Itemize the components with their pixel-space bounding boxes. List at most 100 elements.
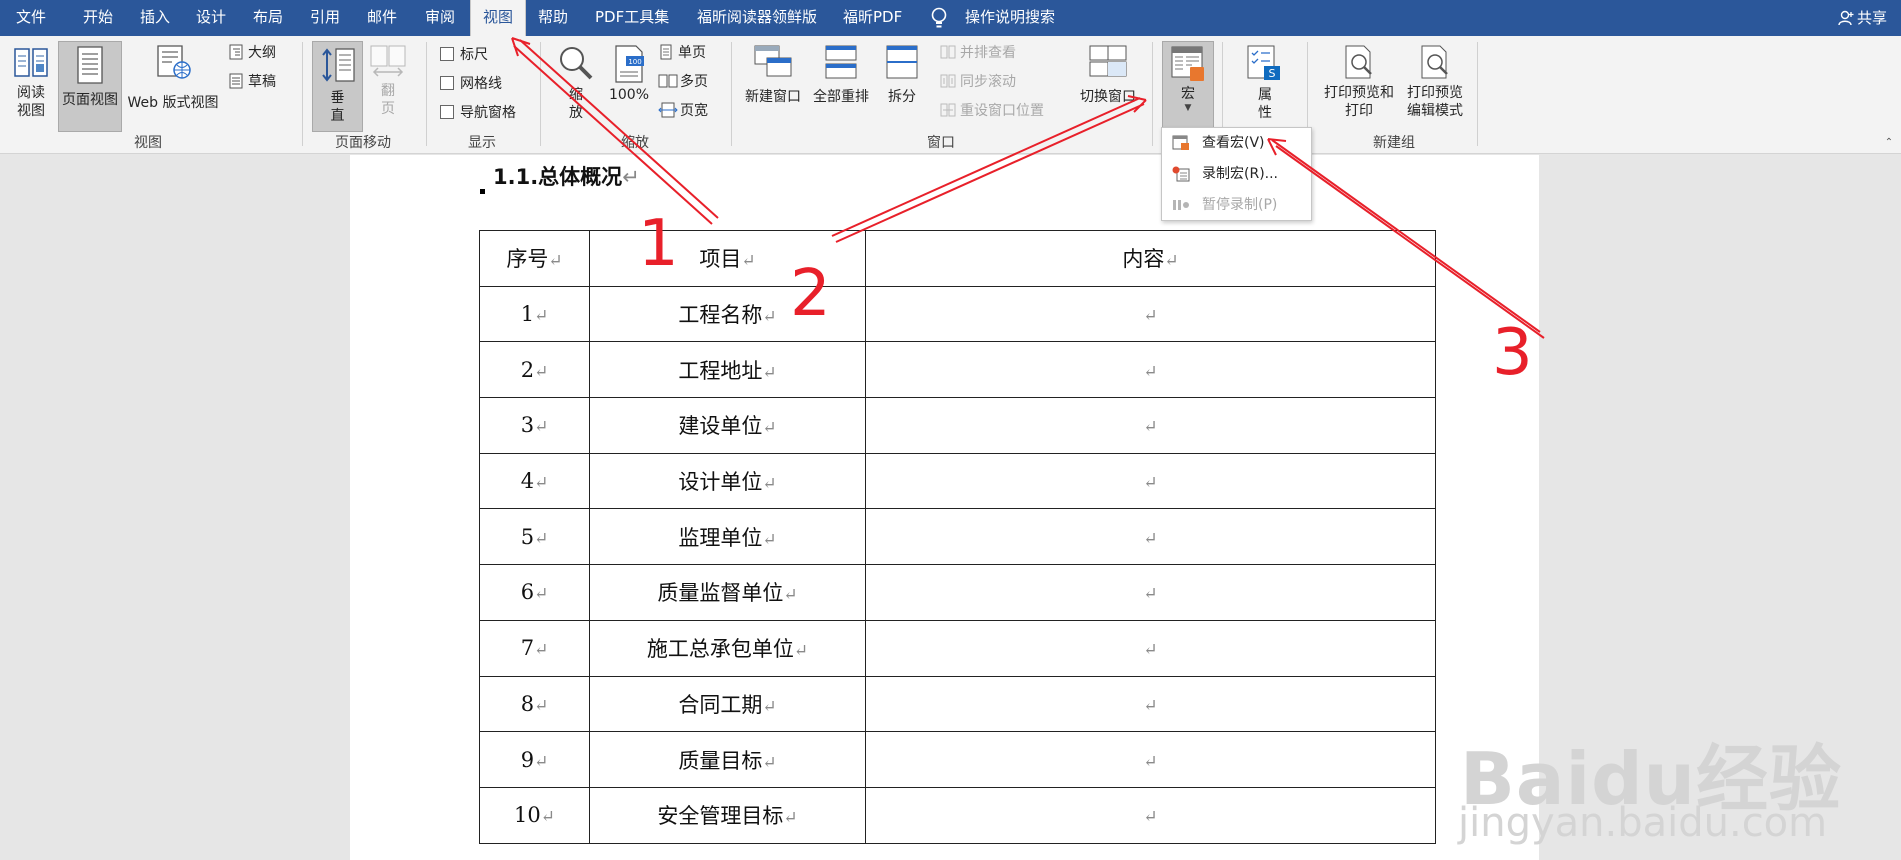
tab-foxit-reader[interactable]: 福昕阅读器领鲜版 (697, 0, 817, 36)
reset-window-position-button[interactable]: 重设窗口位置 (940, 102, 1070, 124)
table-cell[interactable]: 工程名称↵ (589, 285, 866, 343)
outline-button[interactable]: 大纲 (228, 44, 288, 66)
switch-windows-button[interactable]: 切换窗口 (1073, 44, 1143, 130)
table-cell[interactable]: 设计单位↵ (589, 452, 866, 510)
read-mode-button[interactable]: 阅读视图 (8, 44, 54, 130)
vertical-scroll-icon (321, 48, 355, 82)
view-macros-menu-item[interactable]: 查看宏(V) (1162, 129, 1311, 157)
table-header-cell[interactable]: 项目↵ (589, 230, 866, 287)
new-group-label: 新建组 (1373, 135, 1415, 151)
table-cell[interactable]: 质量目标↵ (589, 731, 866, 788)
table-cell[interactable]: ↵ (865, 786, 1436, 844)
new-window-button[interactable]: 新建窗口 (740, 44, 806, 130)
properties-button[interactable]: S 属性 (1240, 44, 1290, 130)
tab-pdf-tools[interactable]: PDF工具集 (595, 0, 669, 36)
table-cell[interactable]: 3↵ (479, 397, 590, 454)
table-cell[interactable]: ↵ (865, 397, 1436, 454)
pause-recording-menu-item[interactable]: 暂停录制(P) (1162, 191, 1311, 219)
web-layout-button[interactable]: Web 版式视图 (123, 44, 223, 130)
table-cell[interactable]: 4↵ (479, 452, 590, 510)
tab-foxit-pdf[interactable]: 福昕PDF (843, 0, 902, 36)
table-cell[interactable]: 7↵ (479, 619, 590, 677)
print-layout-button[interactable]: 页面视图 (58, 41, 122, 132)
table-cell[interactable]: 10↵ (479, 786, 590, 844)
read-mode-label: 阅读视图 (17, 85, 45, 119)
section-heading[interactable]: 1.1.总体概况↵ (493, 161, 640, 191)
arrange-all-button[interactable]: 全部重排 (808, 44, 874, 130)
cell-text: 10 (514, 803, 541, 828)
side-to-side-label: 翻页 (381, 83, 395, 117)
vertical-button[interactable]: 垂直 (312, 41, 363, 132)
multiple-pages-label: 多页 (680, 74, 708, 90)
tab-insert[interactable]: 插入 (140, 0, 170, 36)
reset-position-icon (940, 103, 956, 117)
side-to-side-button[interactable]: 翻页 (368, 44, 408, 130)
table-cell[interactable]: 安全管理目标↵ (589, 786, 866, 844)
table-header-cell[interactable]: 序号↵ (479, 230, 590, 287)
table-cell[interactable]: 9↵ (479, 731, 590, 788)
split-button[interactable]: 拆分 (880, 44, 924, 130)
table-cell[interactable]: 5↵ (479, 508, 590, 566)
print-preview-edit-button[interactable]: 打印预览编辑模式 (1400, 44, 1470, 130)
synchronous-scrolling-button[interactable]: 同步滚动 (940, 73, 1060, 95)
macros-button[interactable]: 宏 ▼ (1162, 41, 1214, 132)
cell-text: 项目 (699, 247, 742, 272)
view-side-by-side-button[interactable]: 并排查看 (940, 44, 1060, 66)
table-cell[interactable]: 工程地址↵ (589, 341, 866, 399)
tab-help[interactable]: 帮助 (538, 0, 568, 36)
tab-mailings[interactable]: 邮件 (367, 0, 397, 36)
print-preview-button[interactable]: 打印预览和打印 (1320, 44, 1398, 130)
zoom-100-button[interactable]: 100 100% (605, 44, 653, 130)
table-cell[interactable]: 1↵ (479, 285, 590, 343)
table-cell[interactable]: ↵ (865, 285, 1436, 343)
cell-text: 8 (520, 691, 535, 716)
draft-button[interactable]: 草稿 (228, 73, 288, 95)
cell-text: 1 (520, 302, 535, 327)
page-width-button[interactable]: 页宽 (658, 102, 718, 124)
table-cell[interactable]: 监理单位↵ (589, 508, 866, 566)
table-cell[interactable]: ↵ (865, 452, 1436, 510)
tab-layout[interactable]: 布局 (253, 0, 283, 36)
table-cell[interactable]: ↵ (865, 508, 1436, 566)
table-cell[interactable]: ↵ (865, 564, 1436, 621)
tab-file[interactable]: 文件 (16, 0, 46, 36)
tell-me-search[interactable]: 操作说明搜索 (965, 0, 1055, 36)
record-macro-menu-item[interactable]: 录制宏(R)... (1162, 160, 1311, 188)
ruler-checkbox[interactable]: 标尺 (440, 44, 488, 64)
tab-review[interactable]: 审阅 (425, 0, 455, 36)
one-page-button[interactable]: 单页 (658, 44, 718, 66)
gridlines-checkbox[interactable]: 网格线 (440, 73, 502, 93)
print-preview-icon (1345, 45, 1372, 79)
table-cell[interactable]: 质量监督单位↵ (589, 564, 866, 621)
sync-scroll-label: 同步滚动 (960, 74, 1016, 90)
tab-design[interactable]: 设计 (196, 0, 226, 36)
table-cell[interactable]: ↵ (865, 731, 1436, 788)
table-cell[interactable]: ↵ (865, 341, 1436, 399)
table-cell[interactable]: 合同工期↵ (589, 675, 866, 733)
table-cell[interactable]: 2↵ (479, 341, 590, 399)
table-row: 2↵ 工程地址↵ ↵ (479, 341, 1436, 399)
multiple-pages-button[interactable]: 多页 (658, 73, 718, 95)
switch-windows-label: 切换窗口 (1080, 89, 1136, 105)
ribbon-separator (540, 42, 541, 146)
paragraph-mark: ↵ (1143, 751, 1158, 772)
table-cell[interactable]: 建设单位↵ (589, 397, 866, 454)
properties-label: 属性 (1258, 87, 1272, 121)
tab-view[interactable]: 视图 (470, 0, 526, 36)
tab-home[interactable]: 开始 (83, 0, 113, 36)
table-cell[interactable]: ↵ (865, 675, 1436, 733)
tab-references[interactable]: 引用 (310, 0, 340, 36)
navigation-pane-checkbox[interactable]: 导航窗格 (440, 102, 516, 122)
cell-text: 安全管理目标 (657, 804, 784, 829)
ribbon-separator (302, 42, 303, 146)
overview-table[interactable]: 序号↵ 项目↵ 内容↵ 1↵ 工程名称↵ ↵ 2↵ 工程地址↵ ↵ 3↵ 建设单位↵ ↵ 4↵ 设计单位↵… (479, 230, 1436, 844)
table-cell[interactable]: 6↵ (479, 564, 590, 621)
table-cell[interactable]: 施工总承包单位↵ (589, 619, 866, 677)
table-header-row: 序号↵ 项目↵ 内容↵ (479, 230, 1436, 287)
collapse-ribbon-icon[interactable]: ⌃ (1882, 134, 1896, 148)
table-cell[interactable]: ↵ (865, 619, 1436, 677)
share-button[interactable]: 共享 (1838, 0, 1887, 36)
zoom-button[interactable]: 缩放 (552, 44, 600, 130)
table-cell[interactable]: 8↵ (479, 675, 590, 733)
table-header-cell[interactable]: 内容↵ (865, 230, 1436, 287)
